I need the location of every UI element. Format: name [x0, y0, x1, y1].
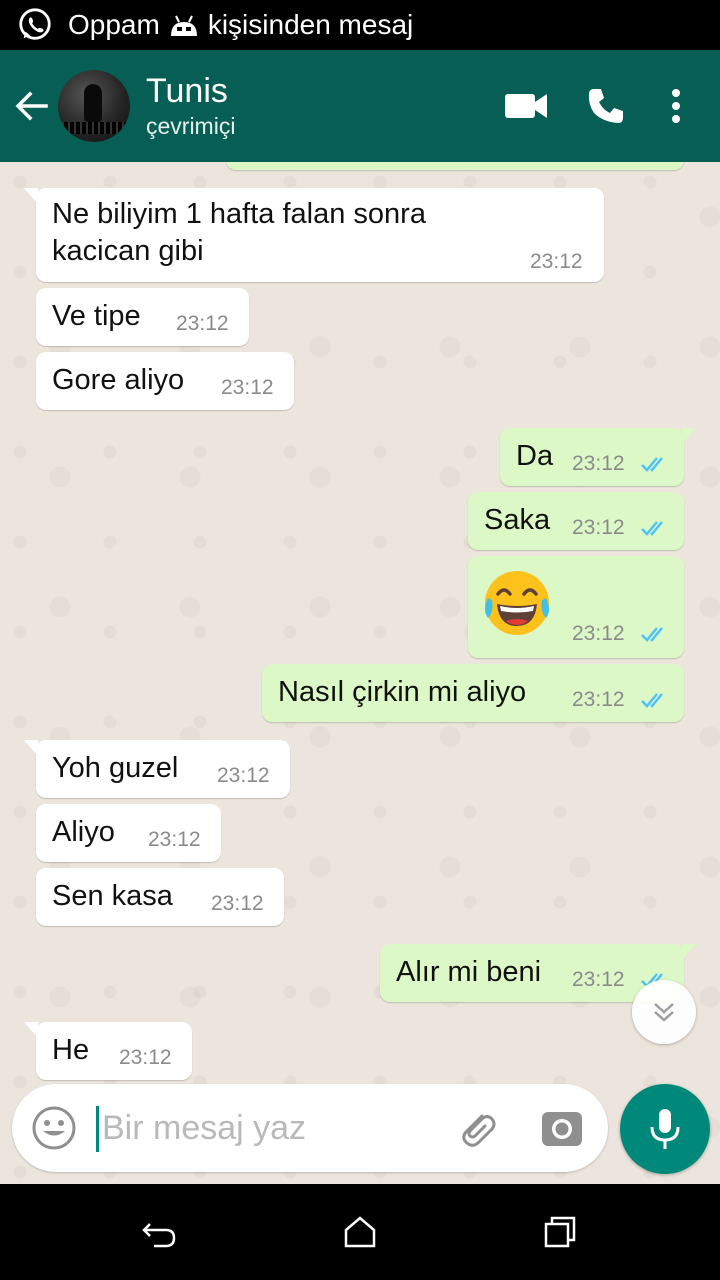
contact-avatar[interactable]: [58, 70, 130, 142]
scroll-to-bottom-button[interactable]: [632, 980, 696, 1044]
message-bubble-incoming[interactable]: Aliyo 23:12: [36, 804, 221, 862]
android-icon: [170, 15, 197, 36]
phone-icon: [588, 89, 623, 123]
back-button[interactable]: [6, 50, 58, 162]
notification-sender: Oppam: [68, 9, 160, 40]
emoji-icon[interactable]: [30, 1104, 78, 1152]
chat-header: Tunis çevrimiçi: [0, 50, 720, 162]
double-check-icon: [641, 627, 663, 642]
message-time: 23:12: [530, 250, 583, 273]
contact-status: çevrimiçi: [146, 113, 236, 139]
message-text: Da: [516, 440, 554, 472]
more-vert-icon: [672, 89, 680, 123]
message-bubble-incoming[interactable]: Sen kasa 23:12: [36, 868, 284, 926]
system-nav-bar: [0, 1184, 720, 1280]
message-bubble-partial: [226, 162, 684, 170]
message-bubble-incoming[interactable]: Ne biliyim 1 hafta falan sonra kacican g…: [24, 188, 604, 282]
video-call-icon: [505, 94, 547, 118]
message-bubble-incoming[interactable]: Yoh guzel 23:12: [24, 740, 290, 798]
message-time: 23:12: [217, 764, 270, 787]
voice-record-button[interactable]: [620, 1084, 710, 1174]
nav-home-icon[interactable]: [340, 1212, 380, 1252]
back-arrow-icon: [15, 91, 48, 121]
message-bubble-outgoing[interactable]: Nasıl çirkin mi aliyo 23:12: [262, 664, 684, 722]
avatar-ground: [58, 122, 130, 134]
message-time: 23:12: [211, 892, 264, 915]
message-text: Sen kasa: [52, 880, 173, 912]
notification-text: kişisinden mesaj: [207, 9, 414, 40]
message-input[interactable]: [102, 1102, 432, 1154]
message-time: 23:12: [572, 968, 625, 991]
message-text: Nasıl çirkin mi aliyo: [278, 676, 527, 708]
tears-of-joy-emoji-icon: [485, 571, 549, 635]
message-text: Alır mi beni: [396, 956, 542, 988]
double-check-icon: [641, 693, 663, 708]
text-cursor: [96, 1106, 99, 1152]
double-check-icon: [641, 457, 663, 472]
composer: [12, 1084, 608, 1172]
chevron-double-down-icon: [654, 1003, 674, 1022]
message-bubble-outgoing[interactable]: Saka 23:12: [468, 492, 684, 550]
message-text-line-1: Ne biliyim 1 hafta falan sonra: [52, 198, 426, 230]
message-time: 23:12: [176, 312, 229, 335]
voice-call-button[interactable]: [566, 50, 646, 162]
message-bubble-outgoing[interactable]: Da 23:12: [500, 428, 696, 486]
message-list[interactable]: Ne biliyim 1 hafta falan sonra kacican g…: [0, 162, 720, 1184]
message-time: 23:12: [572, 452, 625, 475]
message-text: Ve tipe: [52, 300, 141, 332]
message-text: Aliyo: [52, 816, 115, 848]
message-time: 23:12: [572, 622, 625, 645]
contact-info[interactable]: Tunis çevrimiçi: [146, 71, 486, 141]
video-call-button[interactable]: [486, 50, 566, 162]
more-options-button[interactable]: [646, 50, 706, 162]
message-text: Yoh guzel: [52, 752, 179, 784]
camera-icon[interactable]: [540, 1106, 584, 1150]
message-text-line-2: kacican gibi: [52, 235, 204, 267]
nav-back-icon[interactable]: [140, 1212, 180, 1252]
message-bubble-incoming[interactable]: Ve tipe 23:12: [36, 288, 249, 346]
message-time: 23:12: [572, 688, 625, 711]
message-bubble-incoming[interactable]: He 23:12: [24, 1022, 192, 1080]
nav-recents-icon[interactable]: [540, 1212, 580, 1252]
message-time: 23:12: [148, 828, 201, 851]
message-text: Saka: [484, 504, 551, 536]
mic-icon: [650, 1109, 680, 1149]
message-text: Gore aliyo: [52, 364, 185, 396]
contact-name: Tunis: [146, 72, 228, 110]
message-time: 23:12: [572, 516, 625, 539]
double-check-icon: [641, 521, 663, 536]
message-text: He: [52, 1034, 90, 1066]
status-bar: Oppam kişisinden mesaj: [0, 0, 720, 50]
message-time: 23:12: [221, 376, 274, 399]
attach-icon[interactable]: [452, 1104, 500, 1152]
avatar-figure: [84, 84, 102, 122]
message-time: 23:12: [119, 1046, 172, 1069]
message-bubble-incoming[interactable]: Gore aliyo 23:12: [36, 352, 294, 410]
message-bubble-outgoing[interactable]: 23:12: [468, 556, 684, 658]
whatsapp-icon: [19, 8, 51, 40]
